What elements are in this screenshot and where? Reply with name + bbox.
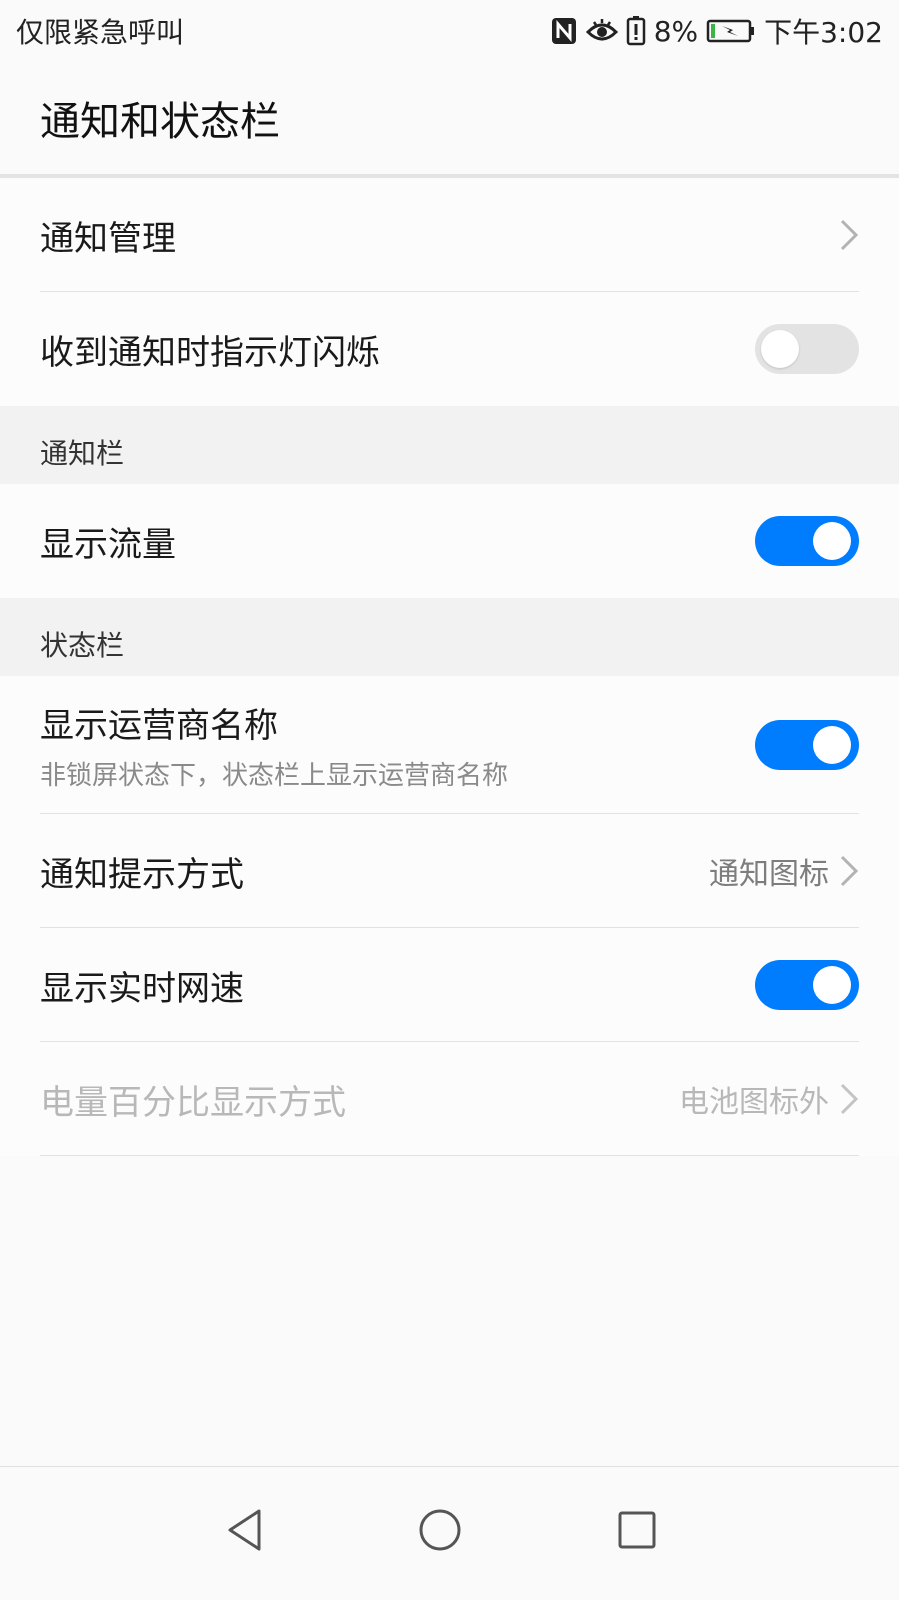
switch-knob	[813, 522, 851, 560]
carrier-text: 仅限紧急呼叫	[16, 16, 185, 49]
recents-icon[interactable]	[602, 1495, 672, 1565]
show-carrier-subtitle: 非锁屏状态下，状态栏上显示运营商名称	[40, 761, 509, 791]
clock: 下午3:02	[764, 16, 883, 49]
show-data-usage-label: 显示流量	[40, 524, 176, 565]
battery-percent-style-row: 电量百分比显示方式 电池图标外	[0, 1042, 899, 1156]
eye-comfort-icon	[585, 18, 618, 44]
status-bar: 仅限紧急呼叫 8% 下午3:02	[0, 0, 899, 62]
battery-percent-style-value-group: 电池图标外	[679, 1077, 859, 1121]
led-blink-row[interactable]: 收到通知时指示灯闪烁	[0, 292, 899, 406]
nfc-icon	[550, 16, 578, 46]
battery-alert-icon	[626, 16, 646, 46]
app-bar: 通知和状态栏	[0, 62, 899, 174]
switch-knob	[813, 726, 851, 764]
battery-charging-icon	[706, 18, 756, 44]
notification-style-label: 通知提示方式	[40, 854, 244, 895]
network-speed-row[interactable]: 显示实时网速	[0, 928, 899, 1042]
show-carrier-switch[interactable]	[755, 720, 859, 770]
section-title: 通知栏	[40, 437, 125, 470]
notification-style-row[interactable]: 通知提示方式 通知图标	[0, 814, 899, 928]
notification-style-value: 通知图标	[709, 857, 829, 892]
section-header-notification-bar: 通知栏	[0, 406, 899, 484]
show-carrier-row[interactable]: 显示运营商名称 非锁屏状态下，状态栏上显示运营商名称	[0, 676, 899, 814]
led-blink-label: 收到通知时指示灯闪烁	[40, 332, 380, 373]
show-data-usage-switch[interactable]	[755, 516, 859, 566]
section-header-status-bar: 状态栏	[0, 598, 899, 676]
show-carrier-text: 显示运营商名称 非锁屏状态下，状态栏上显示运营商名称	[40, 698, 508, 792]
row-divider	[40, 1155, 859, 1156]
battery-percent: 8%	[653, 14, 699, 48]
network-speed-label: 显示实时网速	[40, 968, 244, 1009]
switch-knob	[761, 330, 799, 368]
chevron-right-icon	[839, 218, 859, 252]
battery-percent-style-label: 电量百分比显示方式	[40, 1082, 346, 1123]
show-data-usage-row[interactable]: 显示流量	[0, 484, 899, 598]
chevron-right-icon	[839, 1082, 859, 1116]
status-icons: 8% 下午3:02	[550, 11, 883, 51]
page-title: 通知和状态栏	[40, 99, 280, 145]
network-speed-switch[interactable]	[755, 960, 859, 1010]
notification-management-row[interactable]: 通知管理	[0, 178, 899, 292]
show-carrier-label: 显示运营商名称	[40, 706, 278, 746]
switch-knob	[813, 966, 851, 1004]
battery-percent-style-value: 电池图标外	[679, 1085, 829, 1120]
navigation-bar	[0, 1466, 899, 1600]
led-blink-switch[interactable]	[755, 324, 859, 374]
chevron-right-icon	[839, 854, 859, 888]
notification-management-label: 通知管理	[40, 218, 176, 259]
back-icon[interactable]	[210, 1495, 280, 1565]
notification-style-value-group: 通知图标	[709, 849, 859, 893]
home-icon[interactable]	[405, 1495, 475, 1565]
section-title: 状态栏	[40, 629, 125, 662]
